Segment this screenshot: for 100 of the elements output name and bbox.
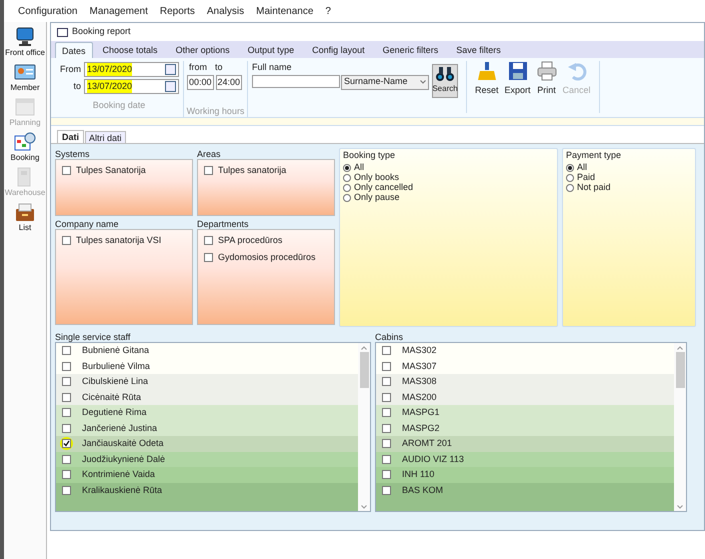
time-field[interactable]: 24:00	[216, 74, 242, 90]
checkbox[interactable]	[382, 408, 391, 418]
checkbox[interactable]	[204, 252, 213, 262]
list-item-label: MAS308	[402, 375, 437, 388]
tab[interactable]: Config layout	[304, 42, 373, 58]
list-item-label: Cicėnaitė Rūta	[82, 390, 142, 404]
tab[interactable]: Save filters	[448, 42, 509, 58]
scroll-down-icon[interactable]	[361, 504, 367, 508]
checkbox[interactable]	[62, 392, 71, 402]
list-item-label: Gydomosios procedūros	[218, 250, 316, 264]
tab[interactable]: Other options	[168, 42, 238, 58]
binoculars-icon	[435, 65, 455, 83]
radio-button[interactable]	[343, 184, 351, 192]
checkbox[interactable]	[382, 362, 391, 371]
menu-item[interactable]: Management	[89, 4, 148, 18]
menu-item[interactable]: Analysis	[206, 4, 244, 18]
option-label: Only cancelled	[354, 182, 414, 194]
radio-button[interactable]	[343, 164, 351, 172]
field-label: to	[215, 61, 223, 74]
list-item-label: Kontrimienė Vaida	[82, 468, 155, 481]
option-label: Not paid	[577, 180, 611, 194]
sidebar-item[interactable]: Booking	[3, 131, 47, 163]
checkbox[interactable]	[382, 486, 391, 495]
checkbox[interactable]	[62, 439, 71, 448]
calendar-icon	[14, 96, 36, 118]
checkbox[interactable]	[62, 424, 71, 433]
sidebar-item[interactable]: Member	[3, 61, 47, 93]
print-button[interactable]: Print	[536, 61, 557, 113]
checkbox[interactable]	[62, 346, 71, 356]
menu-item[interactable]: Configuration	[18, 4, 78, 18]
export-button[interactable]: Export	[504, 61, 531, 113]
tab[interactable]: Choose totals	[94, 42, 166, 58]
checkbox[interactable]	[62, 408, 71, 418]
name-field[interactable]	[252, 74, 340, 88]
group-title: Departments	[197, 218, 250, 229]
scroll-down-icon[interactable]	[677, 504, 683, 508]
field-label: Full name	[252, 61, 293, 74]
date-field[interactable]: 13/07/2020	[84, 62, 179, 77]
list-item-label: Cibulskienė Lina	[82, 375, 148, 388]
tab[interactable]: Altri dati	[85, 131, 126, 143]
radio-button[interactable]	[566, 184, 574, 192]
group-title: Systems	[55, 148, 91, 159]
menu-item[interactable]: ?	[325, 4, 331, 18]
time-field[interactable]: 00:00	[187, 74, 214, 90]
radio-button[interactable]	[566, 174, 574, 182]
scroll-up-icon[interactable]	[361, 346, 367, 350]
checkbox[interactable]	[382, 377, 391, 386]
window-title: Booking report	[72, 25, 131, 38]
checkbox[interactable]	[62, 486, 71, 495]
window-icon	[57, 28, 68, 36]
checkbox[interactable]	[62, 454, 71, 464]
tab[interactable]: Dati	[57, 130, 84, 143]
checkbox[interactable]	[382, 424, 391, 433]
tab[interactable]: Output type	[240, 42, 302, 58]
date-field[interactable]: 13/07/2020	[84, 79, 179, 94]
group-title: Company name	[55, 218, 120, 229]
option-label: Only books	[354, 170, 400, 184]
scroll-up-icon[interactable]	[677, 346, 683, 350]
calendar-icon[interactable]	[165, 81, 176, 92]
tab[interactable]: Dates	[55, 42, 93, 58]
reset-button[interactable]: Reset	[475, 61, 499, 113]
list-item-label: MASPG1	[402, 406, 440, 419]
checkbox[interactable]	[62, 362, 71, 371]
list-item-label: Tulpes Sanatorija	[76, 164, 146, 177]
radio-button[interactable]	[343, 174, 351, 182]
radio-button[interactable]	[566, 164, 574, 172]
checkbox[interactable]	[62, 236, 71, 246]
option-label: Paid	[577, 170, 596, 184]
checkbox[interactable]	[382, 454, 391, 464]
list-item-label: Burbulienė Vilma	[82, 360, 150, 372]
brush-icon	[476, 61, 497, 81]
radio-button[interactable]	[343, 194, 351, 202]
caret-icon	[420, 80, 426, 84]
checkbox[interactable]	[204, 236, 213, 246]
tab[interactable]: Generic filters	[374, 42, 446, 58]
checkbox[interactable]	[62, 166, 71, 176]
sidebar-item[interactable]: List	[3, 201, 47, 233]
checkbox[interactable]	[382, 392, 391, 402]
menu-item[interactable]: Maintenance	[256, 4, 314, 18]
scrollbar[interactable]	[358, 343, 370, 511]
checkbox[interactable]	[382, 439, 391, 448]
search-button[interactable]: Search	[432, 64, 458, 98]
scrollbar-thumb[interactable]	[676, 352, 684, 388]
order-dropdown[interactable]: Surname-Name	[341, 74, 429, 90]
sidebar-item[interactable]: Front office	[3, 26, 47, 58]
group-title: Cabins	[375, 331, 404, 342]
checkbox[interactable]	[382, 470, 391, 480]
scrollbar[interactable]	[674, 343, 686, 511]
list-item-label: Kralikauskienė Rūta	[82, 484, 162, 496]
field-label: to	[72, 80, 81, 93]
group-caption: Working hours	[186, 105, 244, 118]
menu-item[interactable]: Reports	[160, 4, 195, 18]
checkbox[interactable]	[62, 470, 71, 480]
calendar-icon[interactable]	[165, 64, 176, 75]
checkbox[interactable]	[204, 166, 213, 176]
group-title: Booking type	[343, 149, 396, 162]
checkbox[interactable]	[382, 346, 391, 356]
checkbox[interactable]	[62, 377, 71, 386]
scrollbar-thumb[interactable]	[360, 352, 368, 388]
field-label: from	[189, 61, 207, 74]
